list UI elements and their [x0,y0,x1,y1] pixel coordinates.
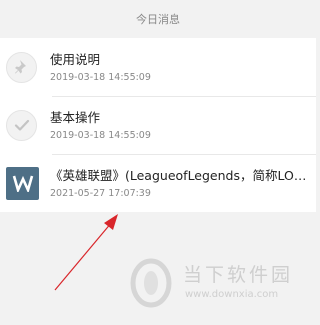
watermark-logo-icon [130,258,172,308]
watermark-name: 当下软件园 [183,264,294,286]
watermark-url: www.downxia.com [185,289,279,300]
watermark: 当下软件园 www.downxia.com [128,258,308,308]
